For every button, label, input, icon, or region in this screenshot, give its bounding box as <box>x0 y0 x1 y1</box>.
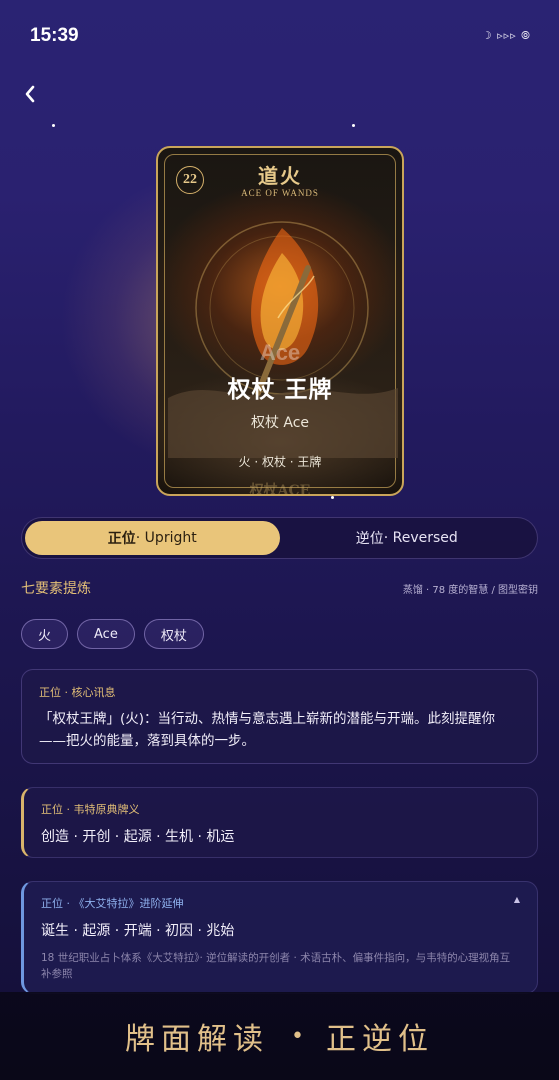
etteilla-card[interactable]: 正位 · 《大艾特拉》进阶延伸 ▲ 诞生 · 起源 · 开端 · 初因 · 兆始… <box>21 881 538 994</box>
upright-tab-cn: 正位 <box>107 531 136 547</box>
waite-meaning-body: 创造 · 开创 · 起源 · 生机 · 机运 <box>41 829 235 845</box>
upright-tab-en: · Upright <box>135 530 197 546</box>
etteilla-label: 正位 · 《大艾特拉》进阶延伸 <box>41 897 184 910</box>
status-bar: 15:39 ☽ ▹▹▹ ⦾ <box>0 0 559 72</box>
reversed-tab-en: · Reversed <box>383 530 458 546</box>
footer-right-text: 正逆位 <box>325 1022 434 1057</box>
waite-meaning-card: 正位 · 韦特原典牌义 创造 · 开创 · 起源 · 生机 · 机运 <box>21 787 538 858</box>
chip-element[interactable]: 火 <box>21 619 69 649</box>
upright-tab[interactable]: 正位 · Upright <box>25 521 280 555</box>
chip-suit[interactable]: 权杖 <box>143 619 204 649</box>
card-subtitle: 权杖 Ace <box>250 415 310 431</box>
etteilla-note: 18 世纪职业占卜体系《大艾特拉》· 逆位解读的开创者 · 术语古朴、偏事件指向… <box>41 952 511 980</box>
footer-dot: • <box>291 1023 304 1049</box>
star-decoration <box>331 496 334 499</box>
etteilla-header: 正位 · 《大艾特拉》进阶延伸 ▲ <box>41 895 520 911</box>
collapse-caret-icon[interactable]: ▲ <box>514 895 520 911</box>
elements-section-header: 七要素提炼 蒸馏 · 78 度的智慧 / 图型密钥 <box>21 578 538 598</box>
card-name: 权杖 王牌 <box>227 377 333 403</box>
card-title-cn: 道火 <box>258 164 302 188</box>
card-ghost-label: Ace <box>259 340 301 365</box>
elements-section-meta: 蒸馏 · 78 度的智慧 / 图型密钥 <box>402 584 538 596</box>
orientation-toggle: 正位 · Upright 逆位 · Reversed <box>21 517 538 559</box>
status-icons: ☽ ▹▹▹ ⦾ <box>481 29 531 42</box>
card-bottom-ghost: 权杖ACE <box>249 483 311 496</box>
card-title-en: ACE OF WANDS <box>241 188 319 198</box>
element-chips: 火 Ace 权杖 <box>21 619 204 649</box>
elements-section-title: 七要素提炼 <box>21 581 91 597</box>
star-decoration <box>52 124 55 127</box>
reversed-tab-cn: 逆位 <box>355 531 384 547</box>
back-button[interactable] <box>14 78 46 110</box>
reversed-tab[interactable]: 逆位 · Reversed <box>280 521 535 555</box>
core-message-label: 正位 · 核心讯息 <box>39 686 116 699</box>
tarot-card[interactable]: 22 道火 ACE OF WANDS Ace 权杖 王牌 权杖 Ace 火 · … <box>156 146 404 496</box>
core-message-body: 「权杖王牌」(火)：当行动、热情与意志遇上崭新的潜能与开端。此刻提醒你——把火的… <box>39 711 496 749</box>
footer-left-text: 牌面解读 <box>125 1022 269 1057</box>
core-message-card: 正位 · 核心讯息 「权杖王牌」(火)：当行动、热情与意志遇上崭新的潜能与开端。… <box>21 669 538 764</box>
waite-meaning-label: 正位 · 韦特原典牌义 <box>41 803 140 816</box>
card-tags: 火 · 权杖 · 王牌 <box>238 455 322 469</box>
chip-rank[interactable]: Ace <box>77 619 135 649</box>
chevron-left-icon <box>25 85 35 103</box>
footer-banner: 牌面解读 • 正逆位 <box>0 992 559 1080</box>
etteilla-body: 诞生 · 起源 · 开端 · 初因 · 兆始 <box>41 923 235 939</box>
star-decoration <box>352 124 355 127</box>
status-time: 15:39 <box>30 25 79 46</box>
